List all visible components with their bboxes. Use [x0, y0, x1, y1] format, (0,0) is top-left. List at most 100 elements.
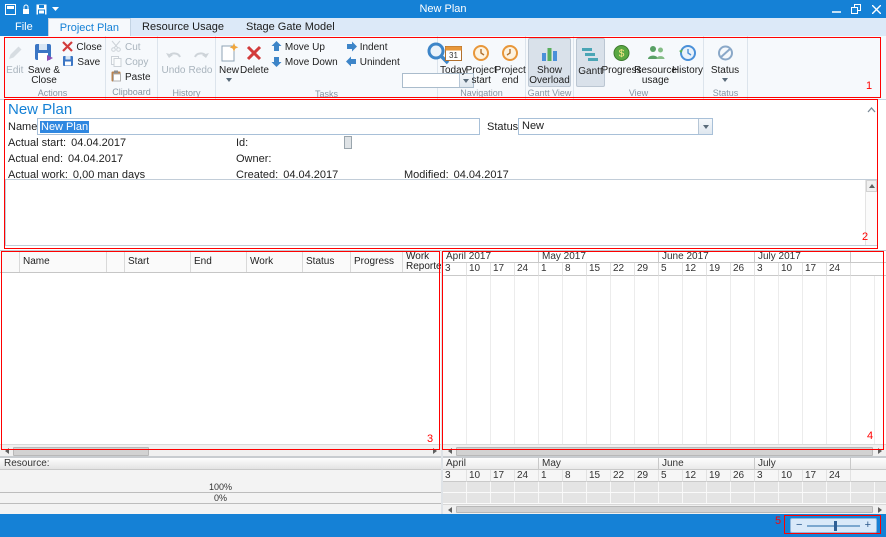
scrollbar-thumb[interactable] — [456, 447, 873, 456]
id-value-box — [344, 136, 352, 149]
timeline-month: July — [755, 458, 851, 470]
page-title: New Plan — [8, 101, 72, 118]
column-header-start[interactable]: Start — [125, 251, 191, 272]
new-dropdown-icon — [226, 78, 232, 82]
timeline-week: 15 — [587, 263, 611, 276]
description-scrollbar[interactable] — [865, 180, 877, 245]
timeline-month: June — [659, 458, 755, 470]
delete-icon — [245, 39, 263, 66]
save-button[interactable]: Save — [60, 55, 104, 70]
history-view-button[interactable]: History — [673, 38, 702, 87]
column-header-blank[interactable] — [107, 251, 125, 272]
today-button[interactable]: 31 Today — [440, 38, 467, 87]
restore-button[interactable] — [846, 0, 866, 18]
scrollbar-thumb[interactable] — [13, 447, 149, 456]
unindent-button[interactable]: Unindent — [344, 55, 402, 70]
lock-icon[interactable] — [21, 3, 31, 15]
timeline-week: 10 — [467, 470, 491, 482]
resource-usage-view-button[interactable]: Resource usage — [638, 38, 673, 87]
collapse-form-chevron-icon[interactable] — [867, 104, 876, 116]
minimize-button[interactable] — [826, 0, 846, 18]
owner-label: Owner: — [236, 153, 271, 165]
project-end-button[interactable]: Project end — [496, 38, 525, 87]
move-down-button[interactable]: Move Down — [269, 55, 340, 70]
tab-project-plan[interactable]: Project Plan — [48, 18, 131, 36]
progress-icon: $ — [612, 39, 631, 66]
scrollbar-thumb[interactable] — [456, 506, 873, 513]
name-input[interactable]: New Plan — [37, 118, 480, 135]
column-header-end[interactable]: End — [191, 251, 247, 272]
gantt-month-header: April 2017May 2017June 2017July 2017 — [443, 251, 886, 263]
task-table-body[interactable] — [0, 273, 441, 444]
cut-icon — [110, 40, 122, 55]
name-input-value: New Plan — [40, 121, 89, 133]
timeline-month: May — [539, 458, 659, 470]
actual-end-label: Actual end: — [8, 153, 63, 165]
svg-text:31: 31 — [449, 51, 458, 60]
status-label: Status — [487, 121, 518, 133]
indent-button[interactable]: Indent — [344, 40, 402, 55]
resource-scale-100: 100% — [0, 482, 441, 493]
redo-label: Redo — [189, 66, 213, 76]
zoom-slider[interactable] — [807, 525, 859, 527]
close-window-button[interactable] — [866, 0, 886, 18]
timeline-week: 5 — [659, 263, 683, 276]
save-and-close-button[interactable]: Save & Close — [28, 38, 61, 87]
undo-button[interactable]: Undo — [160, 38, 187, 87]
column-header-work[interactable]: Work — [247, 251, 303, 272]
progress-view-button[interactable]: $ Progress — [605, 38, 638, 87]
show-overload-button[interactable]: Show Overload — [528, 38, 571, 87]
description-textarea[interactable] — [5, 179, 878, 246]
resource-scale-0: 0% — [0, 493, 441, 504]
resource-chart: AprilMayJuneJuly 31017241815222951219263… — [443, 458, 886, 516]
gantt-body[interactable] — [443, 276, 886, 444]
delete-button[interactable]: Delete — [240, 38, 269, 87]
project-start-label: Project start — [466, 66, 497, 86]
titlebar: New Plan — [0, 0, 886, 18]
column-header-status[interactable]: Status — [303, 251, 351, 272]
tab-resource-usage[interactable]: Resource Usage — [131, 18, 235, 36]
status-select-dropdown-icon[interactable] — [698, 119, 712, 134]
move-up-icon — [271, 41, 282, 55]
zoom-out-button[interactable]: − — [796, 520, 802, 531]
project-start-clock-icon — [472, 39, 490, 66]
tab-stage-gate-model[interactable]: Stage Gate Model — [235, 18, 346, 36]
gantt-view-button[interactable]: Gantt — [576, 38, 605, 87]
zoom-in-button[interactable]: + — [865, 520, 871, 531]
timeline-week: 29 — [635, 470, 659, 482]
timeline-week: 17 — [803, 263, 827, 276]
zoom-slider-thumb[interactable] — [834, 521, 837, 531]
actual-end-field: Actual end: 04.04.2017 — [8, 153, 123, 165]
ribbon: Edit Save & Close Close Save — [0, 36, 886, 100]
redo-button[interactable]: Redo — [187, 38, 214, 87]
resource-grid-row — [443, 493, 886, 504]
actual-start-value: 04.04.2017 — [71, 137, 126, 149]
new-button[interactable]: New — [218, 38, 240, 87]
app-icon[interactable] — [5, 4, 16, 15]
scroll-up-icon[interactable] — [866, 180, 877, 192]
status-button[interactable]: Status — [706, 38, 744, 87]
gantt-week-header: 31017241815222951219263101724 — [443, 263, 886, 276]
cut-button[interactable]: Cut — [108, 40, 153, 55]
tab-file[interactable]: File — [0, 18, 48, 36]
copy-button[interactable]: Copy — [108, 55, 153, 70]
group-label-clipboard: Clipboard — [106, 86, 157, 99]
column-header-work-reported[interactable]: Work Reported — [403, 251, 441, 272]
zoom-control[interactable]: − + — [790, 518, 877, 533]
project-start-button[interactable]: Project start — [467, 38, 496, 87]
quick-access-toolbar — [0, 3, 59, 15]
column-header-progress[interactable]: Progress — [351, 251, 403, 272]
column-header-blank[interactable] — [0, 251, 20, 272]
status-select[interactable]: New — [518, 118, 713, 135]
edit-button[interactable]: Edit — [2, 38, 28, 87]
qat-dropdown-icon[interactable] — [52, 7, 59, 12]
close-button[interactable]: Close — [60, 40, 104, 55]
paste-button[interactable]: Paste — [108, 70, 153, 85]
resource-hscrollbar[interactable] — [443, 504, 886, 514]
column-header-name[interactable]: Name — [20, 251, 107, 272]
move-up-button[interactable]: Move Up — [269, 40, 340, 55]
timeline-week: 15 — [587, 470, 611, 482]
new-icon — [218, 39, 240, 66]
quick-save-icon[interactable] — [36, 4, 47, 15]
pane-splitter[interactable] — [441, 250, 443, 514]
